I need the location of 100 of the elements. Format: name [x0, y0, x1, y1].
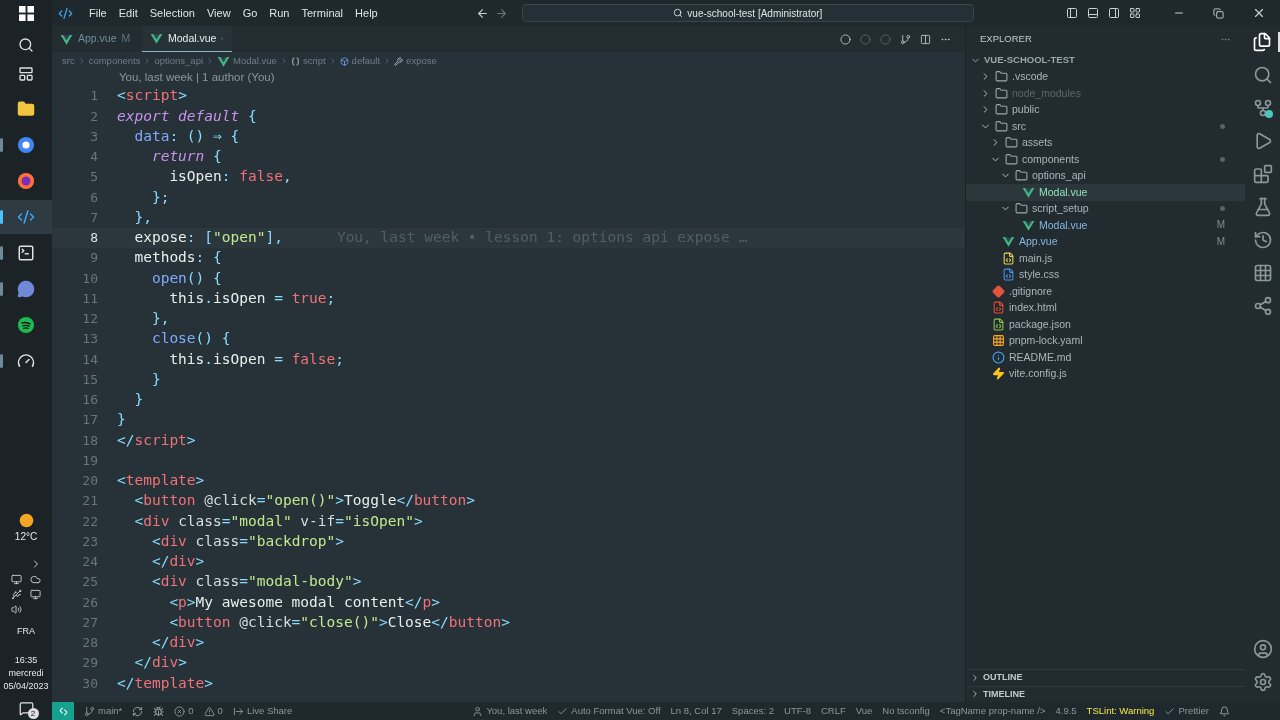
language-indicator[interactable]: FRA	[17, 624, 35, 638]
toggle-panel-icon[interactable]	[1087, 7, 1099, 19]
status-item[interactable]: Vue	[855, 703, 873, 719]
workspace-root[interactable]: VUE-SCHOOL-TEST	[966, 52, 1245, 69]
status-item[interactable]: 0	[203, 703, 223, 719]
tree-item[interactable]: src	[966, 118, 1245, 135]
toggle-secondary-sidebar-icon[interactable]	[1108, 7, 1120, 19]
display-icon[interactable]	[30, 588, 41, 600]
status-item[interactable]: Spaces: 2	[731, 703, 774, 719]
vue-file-icon	[1002, 235, 1015, 249]
code-line: isOpen: false,	[168, 167, 292, 187]
settings-icon[interactable]	[1252, 672, 1273, 692]
tree-item[interactable]: index.html	[966, 299, 1245, 316]
status-item[interactable]: CRLF	[820, 703, 846, 719]
windows-logo-icon[interactable]	[18, 6, 34, 21]
layout-icon[interactable]	[1129, 7, 1141, 19]
status-item[interactable]: You, last week	[472, 703, 548, 719]
task-view-icon[interactable]	[18, 66, 34, 82]
chevron-icon	[970, 672, 980, 683]
status-item[interactable]: Live Share	[232, 703, 293, 719]
tree-item[interactable]: main.js	[966, 250, 1245, 267]
source-control-icon[interactable]	[1252, 98, 1273, 118]
editor-tab[interactable]: App.vue M	[52, 26, 142, 52]
search-icon[interactable]	[18, 37, 34, 53]
tree-item[interactable]: README.md	[966, 349, 1245, 366]
line-number: 1	[89, 87, 99, 106]
codelens-annotation[interactable]: You, last week | 1 author (You)	[119, 69, 275, 87]
menu-item[interactable]: Help	[349, 4, 384, 22]
js-file-icon	[1002, 251, 1015, 265]
status-item[interactable]: TSLint: Warning	[1086, 703, 1155, 719]
usb-icon[interactable]	[11, 588, 22, 600]
tree-item[interactable]: assets	[966, 134, 1245, 151]
collapsed-section[interactable]: OUTLINE	[966, 669, 1245, 686]
tree-item[interactable]: public	[966, 101, 1245, 118]
bell-icon[interactable]	[1219, 705, 1230, 717]
code-line: close() {	[150, 329, 231, 349]
split-editor-icon[interactable]	[920, 33, 931, 45]
status-item[interactable]: Ln 8, Col 17	[670, 703, 722, 719]
tree-item[interactable]: pnpm-lock.yaml	[966, 332, 1245, 349]
menu-item[interactable]: View	[200, 4, 237, 22]
menu-item[interactable]: Go	[236, 4, 264, 22]
line-number: 3	[89, 127, 99, 146]
account-icon[interactable]	[1252, 639, 1273, 659]
git-icon[interactable]	[900, 33, 911, 45]
sync-icon[interactable]	[132, 705, 144, 717]
file-name: .gitignore	[1009, 284, 1053, 298]
menu-item[interactable]: Run	[263, 4, 296, 22]
tree-item[interactable]: package.json	[966, 316, 1245, 333]
tree-item[interactable]: style.css	[966, 266, 1245, 283]
code-line: <script>	[117, 86, 187, 106]
folder-icon	[995, 70, 1008, 84]
status-item[interactable]: Prettier	[1164, 703, 1209, 719]
file-name: style.css	[1019, 268, 1060, 282]
previous-change-icon[interactable]	[840, 33, 851, 45]
menu-item[interactable]: Edit	[112, 4, 144, 22]
taskbar-app[interactable]	[0, 200, 52, 234]
menu-item[interactable]: Selection	[143, 4, 201, 22]
tree-item[interactable]: options_api	[966, 167, 1245, 184]
status-item[interactable]: Auto Format Vue: Off	[557, 703, 661, 719]
grid-icon[interactable]	[1252, 263, 1273, 283]
vue-file-icon	[150, 32, 163, 45]
menu-item[interactable]: File	[83, 4, 113, 22]
line-number: 24	[81, 553, 99, 572]
gauge-icon	[17, 352, 35, 370]
extensions-icon[interactable]	[1252, 164, 1273, 184]
folder-icon	[995, 86, 1008, 100]
editor-tab[interactable]: Modal.vue	[142, 26, 232, 52]
monitor-icon[interactable]	[11, 573, 22, 585]
status-item[interactable]: 0	[174, 703, 194, 719]
tree-item[interactable]: script_setup	[966, 200, 1245, 217]
tree-item[interactable]: vite.config.js	[966, 365, 1245, 382]
menu-item[interactable]: Terminal	[295, 4, 350, 22]
cloud-icon[interactable]	[30, 573, 41, 585]
status-item[interactable]: 4.9.5	[1055, 703, 1077, 719]
tree-item[interactable]: Modal.vue	[966, 184, 1245, 201]
tree-item[interactable]: Modal.vue M	[966, 217, 1245, 234]
status-item[interactable]: No tsconfig	[882, 703, 930, 719]
forward-icon[interactable]	[494, 6, 508, 20]
toggle-sidebar-icon[interactable]	[1066, 7, 1078, 19]
tree-item[interactable]: App.vue M	[966, 233, 1245, 250]
tree-item[interactable]: .gitignore	[966, 283, 1245, 300]
restore-icon[interactable]	[1213, 7, 1224, 19]
debug-icon[interactable]	[153, 705, 165, 717]
close-icon[interactable]	[1252, 6, 1266, 20]
status-item[interactable]: main*	[84, 703, 123, 719]
info-icon	[992, 350, 1005, 364]
line-number: 17	[81, 411, 99, 430]
code-line: methods: {	[133, 248, 222, 268]
git-graph-icon[interactable]	[1252, 230, 1273, 250]
speaker-icon[interactable]	[11, 603, 22, 615]
html-file-icon	[992, 301, 1005, 315]
clock-time[interactable]: 16:35	[14, 654, 38, 667]
share-icon[interactable]	[1252, 296, 1273, 316]
tree-item[interactable]: components	[966, 151, 1245, 168]
back-icon[interactable]	[475, 6, 489, 20]
status-item[interactable]: <TagName prop-name />	[939, 703, 1046, 719]
status-item[interactable]: UTF-8	[784, 703, 811, 719]
explorer-icon[interactable]	[1251, 32, 1272, 52]
tree-item[interactable]: .vscode	[966, 68, 1245, 85]
command-center[interactable]: vue-school-test [Administrator]	[521, 4, 974, 22]
